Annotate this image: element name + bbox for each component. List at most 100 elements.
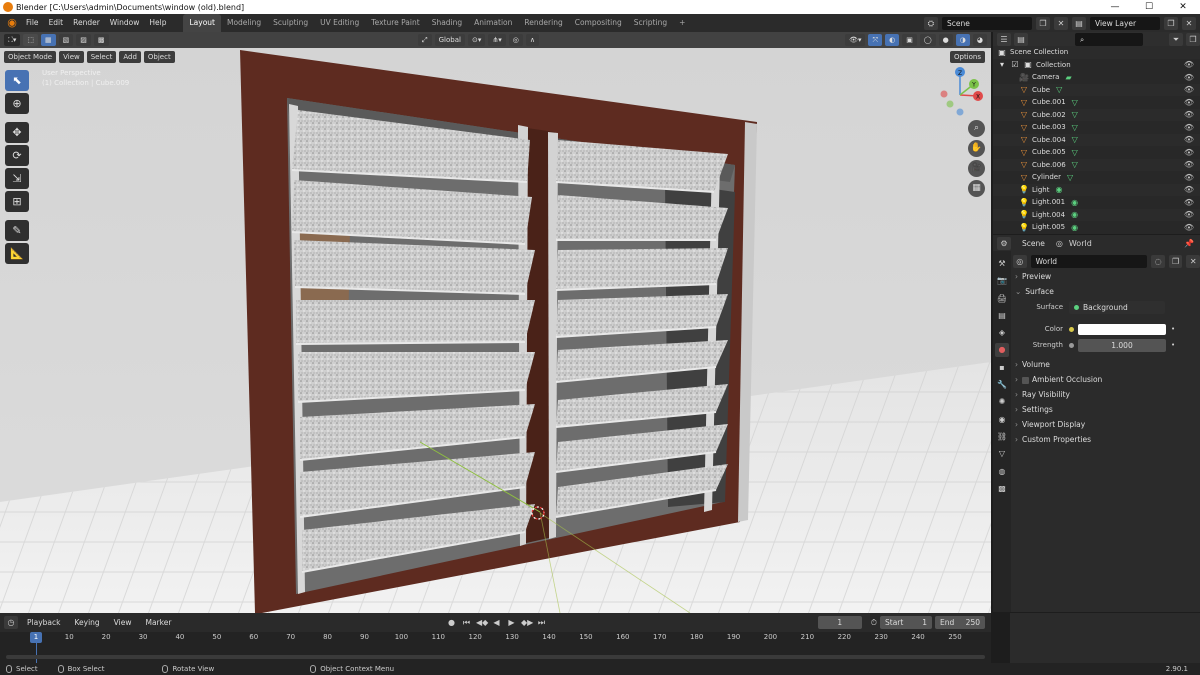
select-tool-icon[interactable]: ⬉: [5, 70, 29, 91]
stopwatch-icon[interactable]: ⏱: [871, 618, 877, 628]
filter-icon[interactable]: ⏷: [1169, 32, 1183, 46]
outliner-item-cylinder[interactable]: ▽ Cylinder ▽ 👁: [993, 171, 1200, 184]
render-tab-icon[interactable]: 📷: [995, 274, 1009, 288]
tab-sculpting[interactable]: Sculpting: [267, 14, 314, 32]
menu-playback[interactable]: Playback: [22, 614, 65, 632]
mesh-data-icon[interactable]: ▽: [1056, 85, 1062, 94]
menu-select[interactable]: Select: [86, 51, 117, 63]
view-layer-tab-icon[interactable]: ▤: [995, 309, 1009, 323]
light-data-icon[interactable]: ◉: [1071, 198, 1078, 207]
ao-checkbox[interactable]: [1022, 376, 1029, 384]
end-frame-input[interactable]: End 250: [935, 616, 985, 629]
mesh-data-icon[interactable]: ▽: [1067, 173, 1073, 182]
delete-scene-icon[interactable]: ✕: [1054, 16, 1068, 30]
perspective-grid-icon[interactable]: ▦: [968, 180, 985, 197]
visibility-eye-icon[interactable]: 👁: [1184, 148, 1194, 157]
texture-tab-icon[interactable]: ▩: [995, 482, 1009, 496]
fake-user-icon[interactable]: ◌: [1151, 254, 1165, 268]
collection-row[interactable]: ▾ ☑ ▣ Collection 👁: [993, 59, 1200, 72]
tab-animation[interactable]: Animation: [468, 14, 518, 32]
close-button[interactable]: ✕: [1166, 2, 1200, 12]
visibility-icon[interactable]: 👁▾: [845, 34, 866, 46]
material-tab-icon[interactable]: ◍: [995, 465, 1009, 479]
delete-view-layer-icon[interactable]: ✕: [1182, 16, 1196, 30]
outliner-item-cube[interactable]: ▽ Cube ▽ 👁: [993, 83, 1200, 96]
menu-timeline-view[interactable]: View: [109, 614, 137, 632]
tab-compositing[interactable]: Compositing: [569, 14, 628, 32]
constraints-tab-icon[interactable]: ⛓: [995, 430, 1009, 444]
strength-decorator-icon[interactable]: •: [1171, 341, 1175, 349]
view-layer-field[interactable]: View Layer: [1090, 16, 1160, 30]
add-workspace-icon[interactable]: +: [673, 14, 691, 32]
object-tab-icon[interactable]: ▪: [995, 361, 1009, 375]
mesh-data-icon[interactable]: ▽: [1072, 148, 1078, 157]
snap-icon[interactable]: ⋔▾: [488, 34, 506, 46]
menu-help[interactable]: Help: [144, 14, 171, 32]
tab-scripting[interactable]: Scripting: [628, 14, 673, 32]
maximize-button[interactable]: ☐: [1132, 2, 1166, 12]
pin-icon[interactable]: 📌: [1184, 239, 1194, 248]
outliner-item-cube-002[interactable]: ▽ Cube.002 ▽ 👁: [993, 108, 1200, 121]
select-box-icon[interactable]: ▦: [41, 34, 56, 46]
color-decorator-icon[interactable]: •: [1171, 325, 1175, 333]
tab-modeling[interactable]: Modeling: [221, 14, 267, 32]
outliner-search-input[interactable]: ⌕: [1075, 32, 1143, 46]
transform-tool-icon[interactable]: ⊞: [5, 191, 29, 212]
minimize-button[interactable]: —: [1098, 2, 1132, 12]
surface-shader-field[interactable]: Background: [1069, 300, 1165, 314]
panel-settings[interactable]: › Settings: [1013, 402, 1200, 417]
visibility-eye-icon[interactable]: 👁: [1184, 223, 1194, 232]
panel-custom-properties[interactable]: › Custom Properties: [1013, 432, 1200, 447]
unlink-world-icon[interactable]: ✕: [1186, 254, 1200, 268]
world-tab-icon[interactable]: ●: [995, 343, 1009, 358]
strength-input[interactable]: 1.000: [1078, 338, 1166, 352]
tool-tab-icon[interactable]: ⚒: [995, 257, 1009, 271]
panel-surface[interactable]: ⌄ Surface: [1013, 284, 1200, 299]
wireframe-shading-icon[interactable]: ◯: [919, 34, 936, 46]
menu-render[interactable]: Render: [68, 14, 105, 32]
material-shading-icon[interactable]: ◑: [955, 34, 970, 46]
auto-key-icon[interactable]: ●: [446, 617, 457, 628]
scene-selector-icon[interactable]: ⛭: [924, 16, 938, 30]
proportional-edit-icon[interactable]: ◎: [508, 34, 523, 46]
transform-orientation-dropdown[interactable]: Global: [434, 34, 465, 46]
menu-file[interactable]: File: [21, 14, 44, 32]
scene-field[interactable]: Scene: [942, 16, 1032, 30]
visibility-eye-icon[interactable]: 👁: [1184, 110, 1194, 119]
panel-ambient-occlusion[interactable]: › Ambient Occlusion: [1013, 372, 1200, 387]
new-view-layer-icon[interactable]: ❐: [1164, 16, 1178, 30]
tab-layout[interactable]: Layout: [183, 14, 221, 32]
select-subtract-icon[interactable]: ▨: [76, 34, 91, 46]
prev-key-icon[interactable]: ◀◆: [476, 617, 488, 628]
mesh-data-icon[interactable]: ▽: [1072, 123, 1078, 132]
visibility-eye-icon[interactable]: 👁: [1184, 98, 1194, 107]
modifier-tab-icon[interactable]: 🔧: [995, 378, 1009, 392]
visibility-eye-icon[interactable]: 👁: [1184, 198, 1194, 207]
visibility-eye-icon[interactable]: 👁: [1184, 85, 1194, 94]
breadcrumb-world[interactable]: World: [1069, 239, 1092, 248]
camera-view-icon[interactable]: 🎥: [968, 160, 985, 177]
scale-tool-icon[interactable]: ⇲: [5, 168, 29, 189]
select-extend-icon[interactable]: ▧: [58, 34, 74, 46]
physics-tab-icon[interactable]: ◉: [995, 413, 1009, 427]
cursor-tool-icon[interactable]: ⊕: [5, 93, 29, 114]
pan-hand-icon[interactable]: ✋: [968, 140, 985, 157]
jump-end-icon[interactable]: ⏭: [536, 617, 547, 628]
outliner-item-cube-001[interactable]: ▽ Cube.001 ▽ 👁: [993, 96, 1200, 109]
outliner-editor-icon[interactable]: ☰: [997, 32, 1011, 46]
playhead[interactable]: 1: [30, 632, 42, 643]
breadcrumb-scene[interactable]: Scene: [1017, 237, 1050, 250]
display-mode-icon[interactable]: ▤: [1014, 32, 1028, 46]
camera-data-icon[interactable]: ▰: [1065, 73, 1071, 82]
rendered-shading-icon[interactable]: ◕: [972, 34, 987, 46]
tab-texture-paint[interactable]: Texture Paint: [365, 14, 425, 32]
navigation-gizmo[interactable]: Z X Y: [930, 60, 990, 120]
outliner-item-cube-005[interactable]: ▽ Cube.005 ▽ 👁: [993, 146, 1200, 159]
gizmo-icon[interactable]: ⤧: [868, 34, 883, 46]
duplicate-world-icon[interactable]: ❐: [1168, 254, 1183, 268]
menu-keying[interactable]: Keying: [69, 614, 104, 632]
view-layer-icon[interactable]: ▤: [1072, 16, 1086, 30]
timeline-scrollbar[interactable]: [6, 655, 985, 659]
scene-tab-icon[interactable]: ◈: [995, 326, 1009, 340]
outliner-item-light-005[interactable]: 💡 Light.005 ◉ 👁: [993, 221, 1200, 234]
